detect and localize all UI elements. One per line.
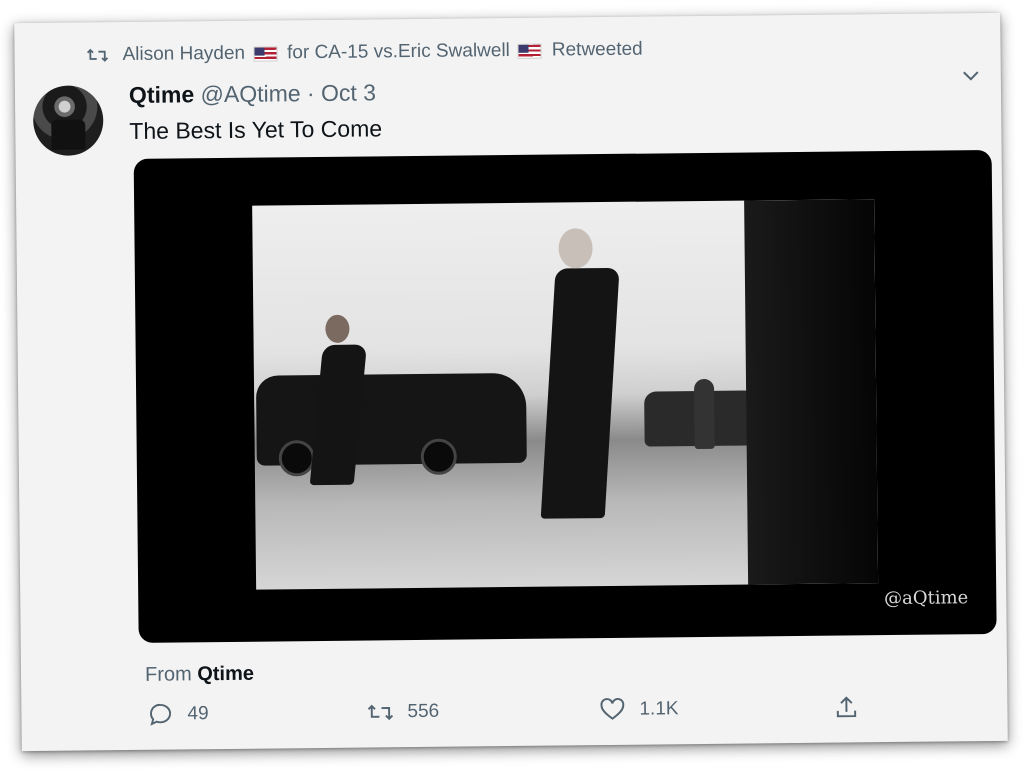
share-icon [836, 696, 857, 718]
retweeter-name-suffix[interactable]: for CA-15 vs.Eric Swalwell [287, 40, 510, 64]
tweet-date[interactable]: Oct 3 [321, 79, 376, 106]
us-flag-icon [253, 45, 278, 62]
retweeted-label: Retweeted [551, 38, 643, 61]
like-count: 1.1K [639, 698, 679, 720]
tweet-text: The Best Is Yet To Come [129, 115, 383, 144]
retweeter-name[interactable]: Alison Hayden [122, 43, 245, 66]
display-name[interactable]: Qtime [129, 81, 194, 108]
heart-icon [600, 697, 625, 720]
reply-count: 49 [187, 703, 209, 725]
tweet-card[interactable]: Alison Hayden for CA-15 vs.Eric Swalwell… [14, 12, 1008, 752]
tweet-actions: 49 556 1.1K [147, 693, 977, 732]
media-source: From Qtime [145, 663, 254, 687]
like-button[interactable]: 1.1K [599, 696, 679, 723]
retweet-count: 556 [407, 700, 440, 723]
retweet-header: Alison Hayden for CA-15 vs.Eric Swalwell… [86, 38, 643, 67]
us-flag-icon [517, 43, 542, 59]
user-handle[interactable]: @AQtime [200, 80, 300, 107]
foreground-figure [744, 199, 879, 585]
chevron-down-icon[interactable] [961, 65, 981, 85]
video-frame [252, 199, 879, 590]
reply-button[interactable]: 49 [147, 701, 209, 728]
from-source-name[interactable]: Qtime [197, 663, 254, 686]
from-label: From [144, 663, 192, 686]
tweet-author-row: Qtime @AQtime · Oct 3 [129, 79, 376, 109]
retweet-icon [367, 704, 394, 721]
tweet-video[interactable]: @aQtime [133, 149, 997, 643]
reply-icon [150, 703, 172, 726]
avatar[interactable] [32, 85, 104, 156]
video-watermark: @aQtime [883, 587, 969, 610]
share-button[interactable] [833, 694, 873, 720]
separator-dot: · [306, 80, 315, 107]
retweet-icon [86, 48, 109, 62]
retweet-button[interactable]: 556 [367, 699, 439, 726]
